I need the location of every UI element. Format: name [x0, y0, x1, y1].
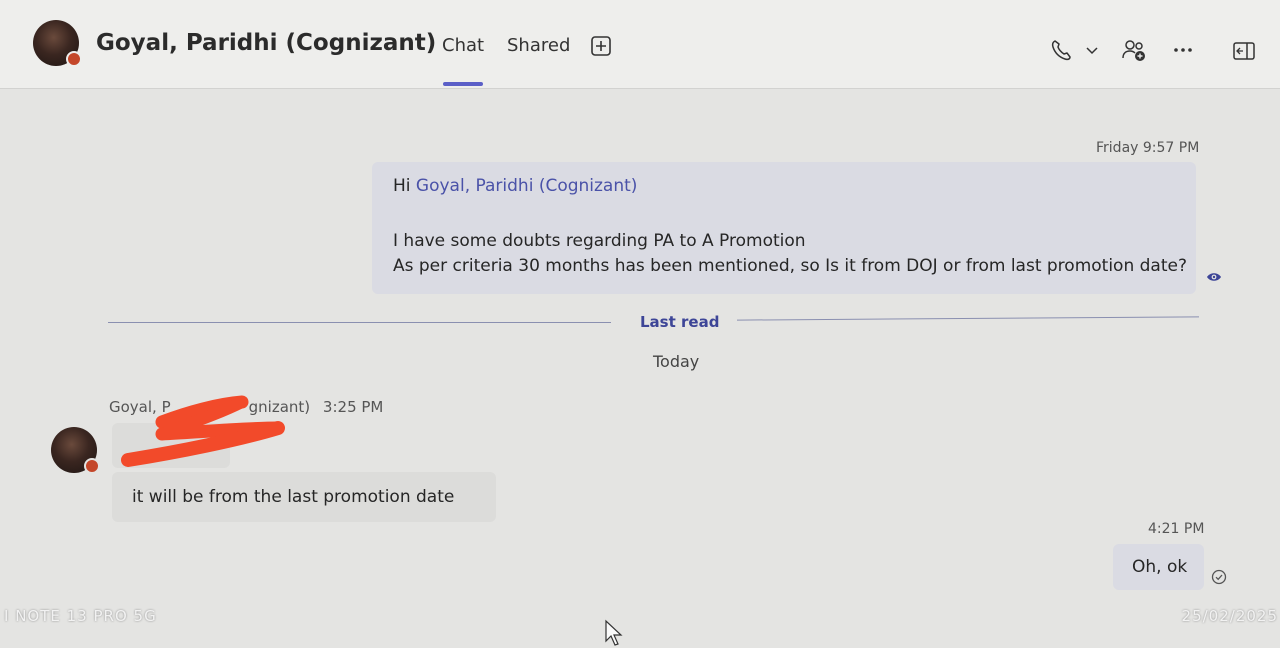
phone-icon[interactable] [1050, 38, 1072, 62]
presence-badge [66, 51, 82, 67]
more-icon[interactable] [1172, 44, 1194, 56]
mouse-cursor-icon [605, 619, 623, 646]
incoming-message-bubble[interactable]: it will be from the last promotion date [112, 472, 496, 522]
tab-shared[interactable]: Shared [507, 35, 570, 56]
seen-eye-icon [1207, 273, 1221, 281]
presence-badge [84, 458, 100, 474]
day-separator: Today [653, 352, 700, 371]
mention-link[interactable]: Goyal, Paridhi (Cognizant) [416, 176, 638, 196]
message-text: it will be from the last promotion date [132, 487, 455, 507]
message-line: I have some doubts regarding PA to A Pro… [393, 231, 806, 251]
tab-chat[interactable]: Chat [442, 35, 484, 56]
sent-check-icon [1211, 569, 1227, 585]
device-watermark: I NOTE 13 PRO 5G [4, 607, 157, 625]
chevron-down-icon[interactable] [1084, 44, 1100, 58]
people-add-icon[interactable] [1121, 38, 1149, 64]
outgoing-message-bubble[interactable]: Hi Goyal, Paridhi (Cognizant) I have som… [372, 162, 1196, 294]
greeting-text: Hi [393, 176, 411, 196]
message-timestamp: 4:21 PM [1148, 521, 1205, 537]
plus-box-icon[interactable] [590, 35, 612, 57]
contact-avatar[interactable] [33, 20, 82, 67]
message-greeting-line: Hi Goyal, Paridhi (Cognizant) [393, 176, 637, 196]
chat-title[interactable]: Goyal, Paridhi (Cognizant) [96, 30, 436, 56]
message-text: Oh, ok [1132, 557, 1188, 577]
date-watermark: 25/02/2025 [1181, 607, 1278, 625]
message-line: As per criteria 30 months has been menti… [393, 256, 1187, 276]
sender-avatar[interactable] [51, 427, 100, 474]
outgoing-message-bubble[interactable]: Oh, ok [1113, 544, 1204, 590]
chat-header: Goyal, Paridhi (Cognizant) Chat Shared [0, 0, 1280, 89]
side-panel-icon[interactable] [1232, 41, 1256, 61]
divider-line-left [108, 322, 611, 323]
sender-time: 3:25 PM [322, 398, 384, 416]
redaction-scribble [121, 395, 285, 467]
last-read-label: Last read [640, 313, 720, 331]
active-tab-indicator [443, 82, 483, 86]
message-timestamp: Friday 9:57 PM [1096, 140, 1200, 156]
divider-line-right [737, 316, 1199, 321]
